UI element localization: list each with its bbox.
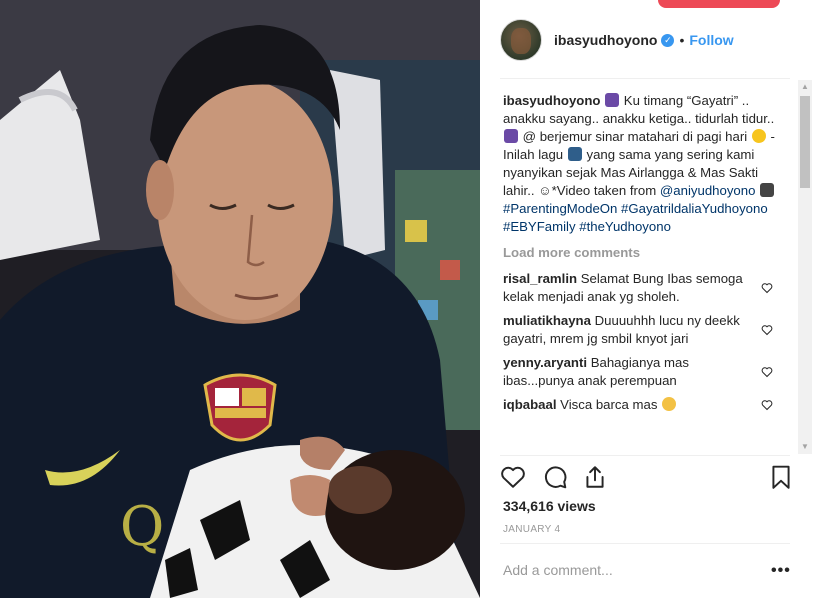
follow-button[interactable]: Follow <box>689 32 733 48</box>
comments-list: ibasyudhoyono Ku timang “Gayatri” .. ana… <box>503 92 793 454</box>
caption-username[interactable]: ibasyudhoyono <box>503 93 600 108</box>
svg-text:Q: Q <box>120 495 164 558</box>
more-options-icon[interactable]: ••• <box>771 562 791 580</box>
post-video[interactable]: Q <box>0 0 480 598</box>
clapperboard-icon <box>760 183 775 197</box>
scrollbar-thumb[interactable] <box>800 96 810 188</box>
comment-input-divider <box>500 543 790 544</box>
post-date[interactable]: JANUARY 4 <box>503 524 560 535</box>
scroll-up-arrow-icon[interactable]: ▲ <box>798 80 812 94</box>
header-username[interactable]: ibasyudhoyono <box>554 32 657 48</box>
post-header: ibasyudhoyono ✓ • Follow <box>500 18 734 62</box>
comment-text: Visca barca mas <box>560 397 658 412</box>
music-note-icon <box>605 93 620 107</box>
hashtag-link[interactable]: #EBYFamily <box>503 219 576 234</box>
comment-row: iqbabaal Visca barca mas <box>503 396 793 414</box>
load-more-comments-button[interactable]: Load more comments <box>503 244 793 262</box>
comment-username[interactable]: yenny.aryanti <box>503 355 587 370</box>
sun-icon <box>751 129 766 143</box>
top-notification-pill[interactable] <box>658 0 780 8</box>
bookmark-icon[interactable] <box>768 464 794 490</box>
grinning-face-icon <box>662 397 677 411</box>
comment-username[interactable]: risal_ramlin <box>503 271 577 286</box>
avatar[interactable] <box>500 19 542 61</box>
comment-bubble-icon[interactable] <box>542 464 568 490</box>
hashtag-link[interactable]: #theYudhoyono <box>579 219 671 234</box>
comments-scrollbar[interactable]: ▲ ▼ <box>798 80 812 454</box>
share-icon[interactable] <box>582 464 608 490</box>
comment-row: yenny.aryanti Bahagianya mas ibas...puny… <box>503 354 793 390</box>
scroll-down-arrow-icon[interactable]: ▼ <box>798 440 812 454</box>
actions-divider <box>500 455 790 456</box>
comment-username[interactable]: muliatikhayna <box>503 313 591 328</box>
music-score-icon <box>567 147 582 161</box>
caption: ibasyudhoyono Ku timang “Gayatri” .. ana… <box>503 92 793 236</box>
video-frame-illustration: Q <box>0 0 480 598</box>
add-comment-input[interactable]: Add a comment... <box>503 562 613 578</box>
action-bar <box>500 462 794 492</box>
heart-outline-small-icon[interactable] <box>761 366 773 378</box>
music-note-icon <box>504 129 518 143</box>
heart-outline-small-icon[interactable] <box>761 399 773 411</box>
heart-icon[interactable] <box>500 464 526 490</box>
view-count[interactable]: 334,616 views <box>503 498 596 514</box>
verified-badge-icon: ✓ <box>661 33 675 47</box>
header-divider <box>500 78 790 79</box>
comment-username[interactable]: iqbabaal <box>503 397 557 412</box>
separator-dot: • <box>679 32 685 48</box>
hashtag-link[interactable]: #ParentingModeOn <box>503 201 617 216</box>
comment-row: muliatikhayna Duuuuhhh lucu ny deekk gay… <box>503 312 793 348</box>
hashtag-link[interactable]: #GayatrildaliaYudhoyono <box>621 201 768 216</box>
comment-row: risal_ramlin Selamat Bung Ibas semoga ke… <box>503 270 793 306</box>
mention-link[interactable]: @aniyudhoyono <box>660 183 756 198</box>
heart-outline-small-icon[interactable] <box>761 282 773 294</box>
heart-outline-small-icon[interactable] <box>761 324 773 336</box>
caption-text-2: @ berjemur sinar matahari di pagi hari <box>522 129 748 144</box>
